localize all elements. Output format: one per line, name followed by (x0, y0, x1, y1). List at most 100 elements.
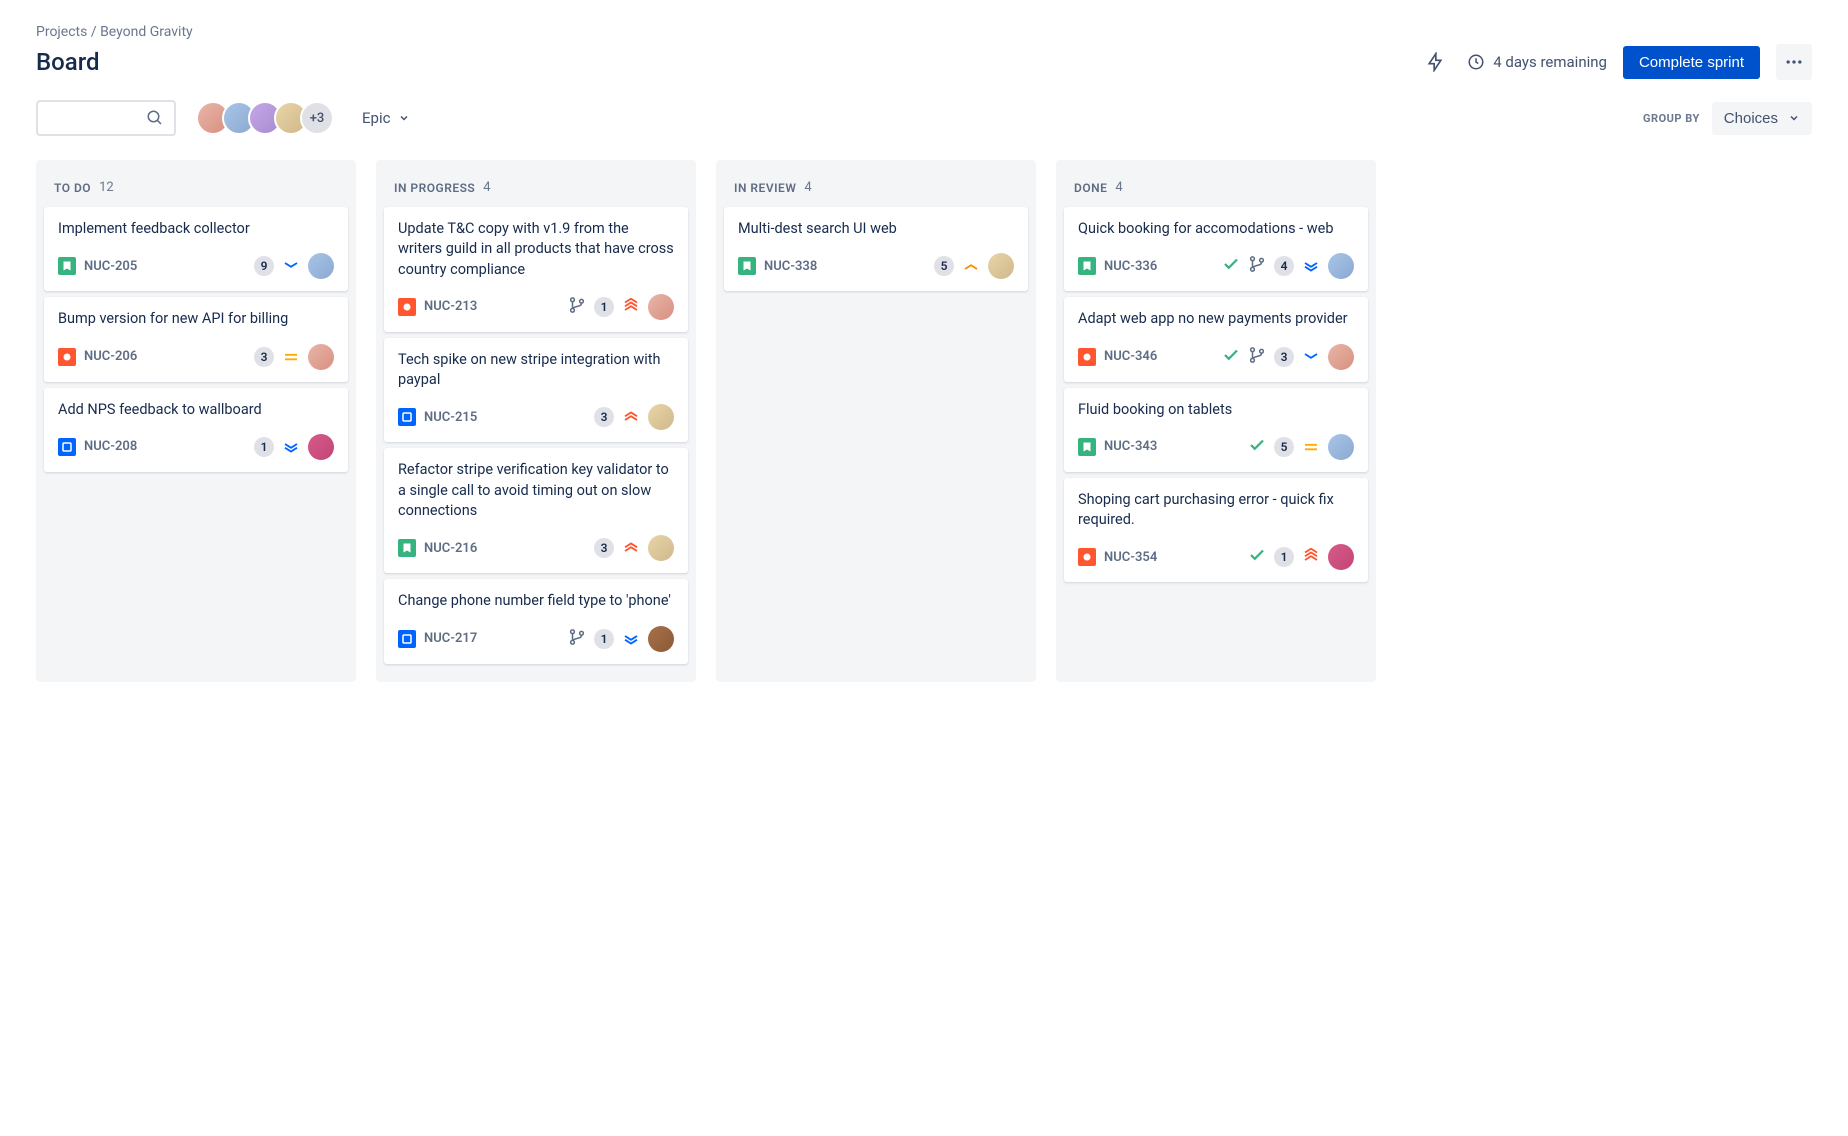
chevron-down-icon (398, 112, 410, 124)
assignee-avatar[interactable] (648, 294, 674, 320)
assignee-avatar[interactable] (988, 253, 1014, 279)
priority-high-icon (622, 408, 640, 426)
issue-key: NUC-216 (424, 541, 477, 556)
more-actions-button[interactable] (1776, 44, 1812, 80)
estimate-badge: 3 (254, 347, 274, 367)
bug-icon (1078, 348, 1096, 366)
issue-key: NUC-217 (424, 631, 477, 646)
branch-icon (568, 296, 586, 318)
assignee-avatar[interactable] (1328, 434, 1354, 460)
groupby-label: GROUP BY (1643, 112, 1700, 125)
issue-card[interactable]: Refactor stripe verification key validat… (384, 448, 688, 573)
estimate-badge: 1 (594, 297, 614, 317)
branch-icon (1248, 346, 1266, 368)
assignee-avatar[interactable] (1328, 253, 1354, 279)
task-icon (58, 438, 76, 456)
issue-key: NUC-213 (424, 299, 477, 314)
column-title: IN REVIEW (734, 181, 796, 195)
issue-card[interactable]: Fluid booking on tablets NUC-343 5 (1064, 388, 1368, 472)
estimate-badge: 9 (254, 256, 274, 276)
assignee-avatar[interactable] (1328, 544, 1354, 570)
page-title: Board (36, 48, 100, 76)
card-title: Adapt web app no new payments provider (1078, 309, 1354, 329)
avatar-overflow[interactable]: +3 (300, 101, 334, 135)
breadcrumb-project[interactable]: Beyond Gravity (100, 24, 193, 40)
search-icon (146, 109, 164, 127)
issue-key: NUC-354 (1104, 550, 1157, 565)
card-title: Refactor stripe verification key validat… (398, 460, 674, 521)
estimate-badge: 3 (1274, 347, 1294, 367)
check-icon (1248, 546, 1266, 568)
branch-icon (568, 628, 586, 650)
estimate-badge: 4 (1274, 256, 1294, 276)
issue-card[interactable]: Tech spike on new stripe integration wit… (384, 338, 688, 443)
priority-medium-icon (282, 348, 300, 366)
card-title: Add NPS feedback to wallboard (58, 400, 334, 420)
issue-key: NUC-205 (84, 259, 137, 274)
epic-dropdown[interactable]: Epic (354, 103, 418, 133)
issue-card[interactable]: Implement feedback collector NUC-205 9 (44, 207, 348, 291)
priority-medium-icon (1302, 438, 1320, 456)
board-column: IN REVIEW 4 Multi-dest search UI web NUC-… (716, 160, 1036, 682)
card-title: Bump version for new API for billing (58, 309, 334, 329)
column-count: 4 (804, 180, 811, 195)
story-icon (1078, 438, 1096, 456)
estimate-badge: 1 (1274, 547, 1294, 567)
assignee-avatar[interactable] (308, 344, 334, 370)
story-icon (58, 257, 76, 275)
check-icon (1222, 255, 1240, 277)
issue-key: NUC-336 (1104, 259, 1157, 274)
issue-card[interactable]: Change phone number field type to 'phone… (384, 579, 688, 663)
card-title: Shoping cart purchasing error - quick fi… (1078, 490, 1354, 531)
complete-sprint-button[interactable]: Complete sprint (1623, 46, 1760, 79)
card-title: Tech spike on new stripe integration wit… (398, 350, 674, 391)
assignee-avatar[interactable] (308, 434, 334, 460)
more-horizontal-icon (1784, 52, 1804, 72)
assignee-filter[interactable]: +3 (196, 101, 334, 135)
assignee-avatar[interactable] (648, 535, 674, 561)
estimate-badge: 5 (934, 256, 954, 276)
issue-card[interactable]: Update T&C copy with v1.9 from the write… (384, 207, 688, 332)
priority-high-icon (622, 539, 640, 557)
assignee-avatar[interactable] (648, 626, 674, 652)
branch-icon (1248, 255, 1266, 277)
estimate-badge: 3 (594, 538, 614, 558)
task-icon (398, 408, 416, 426)
priority-low-icon (282, 257, 300, 275)
card-title: Fluid booking on tablets (1078, 400, 1354, 420)
card-title: Quick booking for accomodations - web (1078, 219, 1354, 239)
column-count: 12 (99, 180, 114, 195)
priority-highest-icon (1302, 548, 1320, 566)
breadcrumb: Projects / Beyond Gravity (36, 24, 1812, 40)
issue-card[interactable]: Shoping cart purchasing error - quick fi… (1064, 478, 1368, 583)
bug-icon (58, 348, 76, 366)
assignee-avatar[interactable] (1328, 344, 1354, 370)
automation-icon[interactable] (1419, 46, 1451, 78)
issue-card[interactable]: Multi-dest search UI web NUC-338 5 (724, 207, 1028, 291)
priority-lowest-icon (1302, 257, 1320, 275)
issue-card[interactable]: Add NPS feedback to wallboard NUC-208 1 (44, 388, 348, 472)
issue-key: NUC-208 (84, 439, 137, 454)
issue-key: NUC-215 (424, 410, 477, 425)
groupby-dropdown[interactable]: Choices (1712, 102, 1812, 135)
assignee-avatar[interactable] (308, 253, 334, 279)
story-icon (738, 257, 756, 275)
search-input[interactable] (36, 100, 176, 136)
task-icon (398, 630, 416, 648)
column-title: DONE (1074, 181, 1107, 195)
card-title: Implement feedback collector (58, 219, 334, 239)
column-title: TO DO (54, 181, 91, 195)
priority-lowest-icon (622, 630, 640, 648)
breadcrumb-root[interactable]: Projects (36, 24, 87, 40)
column-title: IN PROGRESS (394, 181, 475, 195)
board-column: TO DO 12 Implement feedback collector NUC… (36, 160, 356, 682)
issue-card[interactable]: Quick booking for accomodations - web NU… (1064, 207, 1368, 291)
bug-icon (398, 298, 416, 316)
column-count: 4 (483, 180, 490, 195)
board-column: DONE 4 Quick booking for accomodations - … (1056, 160, 1376, 682)
issue-card[interactable]: Bump version for new API for billing NUC… (44, 297, 348, 381)
story-icon (1078, 257, 1096, 275)
assignee-avatar[interactable] (648, 404, 674, 430)
issue-key: NUC-343 (1104, 439, 1157, 454)
issue-card[interactable]: Adapt web app no new payments provider N… (1064, 297, 1368, 381)
